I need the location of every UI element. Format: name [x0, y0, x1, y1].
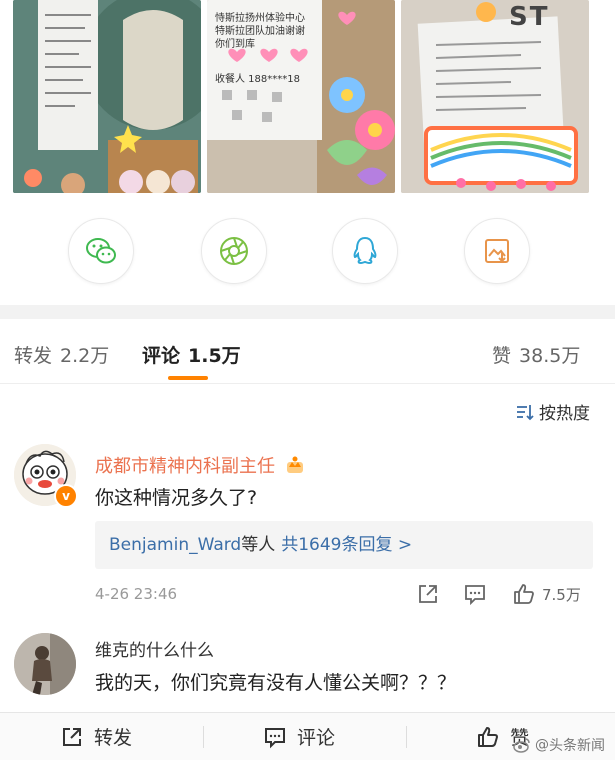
photo-strip: 恃斯拉扬州体验中心特斯拉团队加油谢谢你们到库 收餐人 188****18 ST: [0, 0, 615, 200]
share-out-icon: [63, 727, 81, 746]
tab-repost-label: 转发: [14, 345, 53, 367]
watermark: @ 头条新闻: [513, 735, 605, 755]
comment-username-text: 成都市精神内科副主任: [95, 456, 275, 477]
tab-repost-count: 2.2万: [60, 345, 110, 367]
stats-tabs: 转发 2.2万 评论 1.5万 赞 38.5万: [0, 319, 615, 384]
photo-avatar-image: [14, 633, 76, 695]
share-wechat-button[interactable]: [68, 218, 134, 284]
tab-comment-count: 1.5万: [188, 345, 241, 367]
thumbs-up-icon: [478, 726, 498, 747]
avatar[interactable]: v: [14, 444, 78, 508]
comment-icon: [265, 727, 285, 748]
tab-repost[interactable]: 转发 2.2万: [14, 341, 109, 368]
save-image-button[interactable]: [464, 218, 530, 284]
bottom-repost-button[interactable]: 转发: [60, 713, 132, 760]
share-out-icon: [419, 585, 437, 603]
thumbs-up-icon: [514, 584, 534, 604]
share-moments-button[interactable]: [201, 218, 267, 284]
comment-text: 我的天，你们究竟有没有人懂公关啊？？？: [95, 672, 457, 694]
photo-brand-text: ST: [509, 2, 550, 32]
share-qq-button[interactable]: [332, 218, 398, 284]
sort-icon: [517, 404, 534, 420]
tab-comment-label: 评论: [142, 345, 181, 367]
bottom-divider: [406, 726, 407, 748]
comment-like-count: 7.5万: [542, 585, 581, 604]
reply-username[interactable]: Benjamin_Ward: [109, 535, 241, 555]
tab-comment[interactable]: 评论 1.5万: [142, 341, 241, 368]
reply-mid-text: 等人: [241, 535, 276, 555]
tab-like[interactable]: 赞 38.5万: [492, 341, 580, 368]
comment-icon: [465, 585, 485, 606]
receipt-phone: 收餐人 188****18: [215, 74, 300, 85]
receipt-text: 恃斯拉扬州体验中心特斯拉团队加油谢谢你们到库: [215, 13, 305, 50]
weibo-logo-icon: [513, 738, 530, 753]
qq-icon: [353, 236, 377, 265]
comment-repost-button[interactable]: [416, 580, 440, 608]
tab-like-count: 38.5万: [519, 345, 581, 367]
sort-label: 按热度: [539, 404, 590, 424]
sort-toggle[interactable]: 按热度: [515, 399, 590, 424]
replies-summary[interactable]: Benjamin_Ward等人 共1649条回复 >: [95, 521, 593, 569]
comment-text: 你这种情况多久了?: [95, 487, 258, 509]
bottom-comment-button[interactable]: 评论: [263, 713, 335, 760]
moments-icon: [220, 237, 248, 265]
photo-2[interactable]: 恃斯拉扬州体验中心特斯拉团队加油谢谢你们到库 收餐人 188****18: [207, 0, 395, 193]
comment-username[interactable]: 成都市精神内科副主任: [95, 452, 305, 478]
vip-crown-icon: [286, 456, 303, 473]
share-row: [0, 218, 615, 284]
comment-timestamp: 4-26 23:46: [95, 585, 178, 603]
watermark-text: 头条新闻: [549, 738, 605, 754]
avatar[interactable]: [14, 633, 76, 695]
active-tab-indicator: [168, 376, 208, 380]
reply-count-link[interactable]: 共1649条回复 >: [281, 535, 412, 555]
comment-username[interactable]: 维克的什么什么: [95, 636, 214, 661]
comment-like-button[interactable]: 7.5万: [512, 580, 581, 608]
comment-reply-button[interactable]: [463, 580, 487, 608]
section-divider: [0, 305, 615, 319]
bottom-repost-label: 转发: [94, 727, 133, 749]
bottom-comment-label: 评论: [297, 727, 336, 749]
bottom-divider: [203, 726, 204, 748]
save-image-icon: [485, 239, 509, 263]
verified-badge-icon: v: [54, 484, 78, 508]
tab-like-label: 赞: [492, 345, 512, 367]
photo-1[interactable]: [13, 0, 201, 193]
photo-3[interactable]: ST: [401, 0, 589, 193]
wechat-icon: [86, 238, 116, 264]
